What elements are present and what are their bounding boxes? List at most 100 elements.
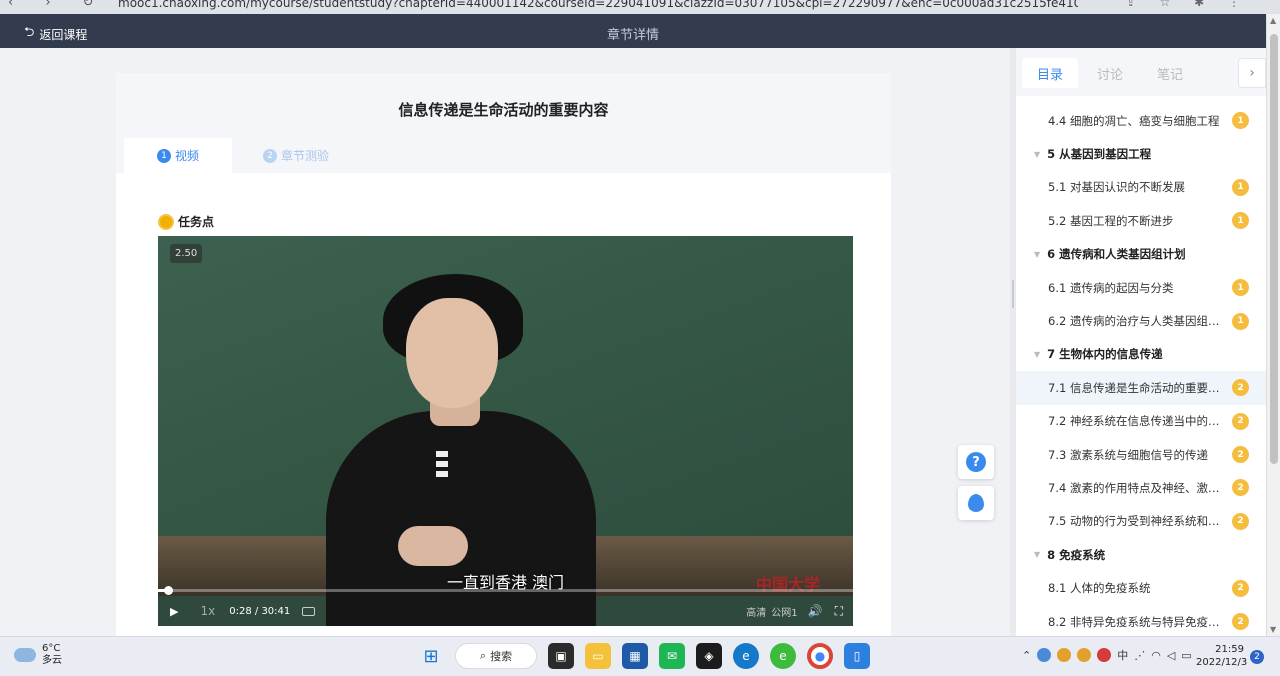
toc-section-label: 8.2 非特异免疫系统与特异免疫系... bbox=[1048, 614, 1230, 629]
chevron-down-icon[interactable]: ▼ bbox=[1034, 250, 1040, 259]
duration: 30:41 bbox=[261, 605, 291, 617]
toc-chapter[interactable]: ▼ 5 从基因到基因工程 bbox=[1016, 137, 1266, 170]
file-explorer-icon[interactable]: ▭ bbox=[585, 643, 611, 669]
quality-button[interactable]: 高清 bbox=[746, 604, 766, 619]
app-cube-icon[interactable]: ◈ bbox=[696, 643, 722, 669]
notification-badge[interactable]: 2 bbox=[1250, 650, 1264, 664]
assistant-button[interactable] bbox=[958, 486, 994, 520]
assistant-drop-icon bbox=[968, 494, 984, 512]
playback-rate-badge[interactable]: 2.50 bbox=[170, 244, 203, 263]
toc-section[interactable]: 5.2 基因工程的不断进步 1 bbox=[1016, 204, 1266, 237]
fullscreen-icon[interactable]: ⛶ bbox=[835, 604, 843, 619]
task-point: 任务点 bbox=[158, 213, 214, 230]
toc-section[interactable]: 7.5 动物的行为受到神经系统和激... 2 bbox=[1016, 505, 1266, 538]
task-count-badge: 1 bbox=[1232, 112, 1249, 130]
toc-section[interactable]: 7.2 神经系统在信息传递当中的作用 2 bbox=[1016, 405, 1266, 438]
ime-indicator[interactable]: 中 bbox=[1117, 647, 1128, 663]
wechat-icon[interactable]: ✉ bbox=[659, 643, 685, 669]
tab-video[interactable]: 1 视频 bbox=[124, 138, 232, 173]
show-hidden-icons-icon[interactable]: ⌃ bbox=[1022, 649, 1031, 662]
antivirus-icon[interactable] bbox=[1097, 648, 1112, 662]
wifi-icon[interactable]: ◠ bbox=[1151, 649, 1161, 662]
toc-section-label: 7.4 激素的作用特点及神经、激素... bbox=[1048, 480, 1230, 495]
current-time: 0:28 bbox=[229, 605, 252, 617]
task-count-badge: 1 bbox=[1232, 279, 1249, 297]
toc-section-active[interactable]: 7.1 信息传递是生命活动的重要内容 2 bbox=[1016, 371, 1266, 405]
time-separator: / bbox=[254, 605, 259, 617]
tab-catalog[interactable]: 目录 bbox=[1022, 58, 1078, 88]
toc-section[interactable]: 8.2 非特异免疫系统与特异免疫系... 2 bbox=[1016, 605, 1266, 636]
toc-section[interactable]: 5.1 对基因认识的不断发展 1 bbox=[1016, 171, 1266, 204]
toc-section[interactable]: 7.4 激素的作用特点及神经、激素... 2 bbox=[1016, 471, 1266, 504]
address-bar[interactable]: mooc1.chaoxing.com/mycourse/studentstudy… bbox=[118, 0, 1078, 10]
toc-chapter-label: 6 遗传病和人类基因组计划 bbox=[1047, 247, 1186, 262]
toc-chapter-label: 8 免疫系统 bbox=[1047, 547, 1106, 562]
scrollbar-thumb[interactable] bbox=[1270, 34, 1278, 464]
toc-section[interactable]: 6.2 遗传病的治疗与人类基因组计划 1 bbox=[1016, 304, 1266, 337]
clock[interactable]: 21:59 2022/12/3 bbox=[1196, 643, 1247, 669]
toc-section[interactable]: 4.4 细胞的凋亡、癌变与细胞工程 1 bbox=[1016, 104, 1266, 137]
toc-section[interactable]: 8.1 人体的免疫系统 2 bbox=[1016, 571, 1266, 604]
play-icon[interactable]: ▶ bbox=[170, 605, 178, 618]
toc-chapter[interactable]: ▼ 6 遗传病和人类基因组计划 bbox=[1016, 238, 1266, 271]
toc-section-label: 6.2 遗传病的治疗与人类基因组计划 bbox=[1048, 314, 1230, 329]
task-count-badge: 2 bbox=[1232, 512, 1249, 530]
browser-extension-icons[interactable]: ⇪ ☆ ✱ ⋮ bbox=[1126, 0, 1250, 9]
chrome-browser-icon[interactable]: ● bbox=[807, 643, 833, 669]
task-view-icon[interactable]: ▣ bbox=[548, 643, 574, 669]
scroll-down-icon[interactable]: ▼ bbox=[1270, 625, 1276, 634]
volume-icon[interactable]: 🔊 bbox=[808, 604, 823, 618]
search-icon: ⌕ bbox=[479, 649, 487, 662]
main-content: 信息传递是生命活动的重要内容 1 视频 2 章节测验 任务点 2.50 一直到香… bbox=[0, 48, 1010, 643]
toc-section[interactable]: 6.1 遗传病的起因与分类 1 bbox=[1016, 271, 1266, 304]
help-button[interactable]: ? bbox=[958, 445, 994, 479]
tablet-app-icon[interactable]: ▯ bbox=[844, 643, 870, 669]
collapse-sidebar-button[interactable]: › bbox=[1238, 58, 1266, 88]
toc-chapter[interactable]: ▼ 7 生物体内的信息传递 bbox=[1016, 338, 1266, 371]
tab-quiz-label: 章节测验 bbox=[280, 149, 329, 163]
task-count-badge: 1 bbox=[1232, 178, 1249, 196]
tab-chapter-quiz[interactable]: 2 章节测验 bbox=[242, 138, 350, 173]
task-count-badge: 2 bbox=[1232, 379, 1249, 397]
page-scrollbar[interactable]: ▲ ▼ bbox=[1266, 14, 1280, 636]
chevron-down-icon[interactable]: ▼ bbox=[1034, 350, 1040, 359]
sidebar-tabs: 目录 讨论 笔记 › bbox=[1016, 48, 1266, 96]
video-frame-lecturer-body bbox=[326, 411, 596, 626]
speed-button[interactable]: 1x bbox=[200, 604, 215, 618]
subtitle-toggle-icon[interactable] bbox=[302, 606, 316, 616]
toc-section-label: 5.1 对基因认识的不断发展 bbox=[1048, 180, 1185, 195]
tab-quiz-number: 2 bbox=[262, 148, 277, 163]
tab-discussion[interactable]: 讨论 bbox=[1082, 58, 1138, 88]
line-select-button[interactable]: 公网1 bbox=[771, 604, 797, 619]
start-menu-icon[interactable]: ⊞ bbox=[418, 643, 444, 669]
scroll-up-icon[interactable]: ▲ bbox=[1270, 16, 1276, 25]
chevron-down-icon[interactable]: ▼ bbox=[1034, 550, 1040, 559]
toc-section-label: 7.3 激素系统与细胞信号的传递 bbox=[1048, 447, 1208, 462]
browser-nav-icons[interactable]: ‹ › ↻ bbox=[8, 0, 108, 10]
speaker-icon[interactable]: ◁ bbox=[1167, 649, 1175, 662]
video-frame-lecturer-face bbox=[406, 298, 498, 408]
battery-icon[interactable]: ▭ bbox=[1181, 649, 1191, 662]
video-progress-bar[interactable] bbox=[158, 586, 853, 595]
store-icon[interactable]: ▦ bbox=[622, 643, 648, 669]
taskbar-search[interactable]: ⌕ 搜索 bbox=[455, 643, 537, 669]
more-tray-icon[interactable]: ⋰ bbox=[1134, 649, 1145, 662]
weather-widget[interactable]: 6°C 多云 bbox=[14, 642, 62, 667]
splitter-grip[interactable] bbox=[1012, 280, 1014, 308]
edge-browser-icon[interactable]: e bbox=[733, 643, 759, 669]
tab-notes[interactable]: 笔记 bbox=[1142, 58, 1198, 88]
toc-chapter[interactable]: ▼ 8 免疫系统 bbox=[1016, 538, 1266, 571]
clock-time: 21:59 bbox=[1215, 644, 1244, 655]
toc-section-label: 8.1 人体的免疫系统 bbox=[1048, 581, 1151, 596]
network-app-icon[interactable] bbox=[1037, 648, 1052, 662]
qq-icon[interactable] bbox=[1057, 648, 1072, 662]
question-icon: ? bbox=[966, 452, 986, 472]
chevron-down-icon[interactable]: ▼ bbox=[1034, 150, 1040, 159]
toc-section[interactable]: 7.3 激素系统与细胞信号的传递 2 bbox=[1016, 438, 1266, 471]
toc-section-label: 7.2 神经系统在信息传递当中的作用 bbox=[1048, 414, 1230, 429]
qq-icon-2[interactable] bbox=[1077, 648, 1092, 662]
chapter-list: 4.4 细胞的凋亡、癌变与细胞工程 1 ▼ 5 从基因到基因工程 5.1 对基因认识的不… bbox=[1016, 104, 1266, 636]
ie-green-browser-icon[interactable]: e bbox=[770, 643, 796, 669]
video-player[interactable]: 2.50 一直到香港 澳门 中国大学 ▶ 1x 0:28 / 30:41 高清 … bbox=[158, 236, 853, 626]
toc-section-label: 4.4 细胞的凋亡、癌变与细胞工程 bbox=[1048, 113, 1220, 128]
